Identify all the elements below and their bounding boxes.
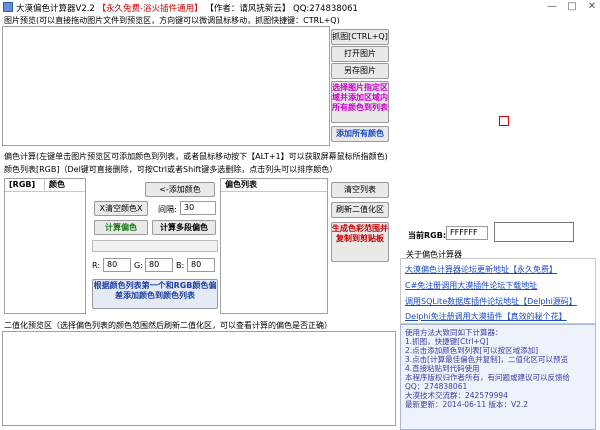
generate-from-first-button[interactable]: 根据颜色列表第一个和RGB颜色偏差添加颜色到颜色列表 (92, 279, 218, 309)
cursor-marker (499, 116, 509, 126)
interval-label: 间隔: (158, 205, 177, 214)
add-region-colors-button[interactable]: 选择图片指定区域并添加区域内所有颜色到列表 (331, 81, 389, 123)
info-line: 2.点击添加颜色到列表[可以按区域添加] (405, 346, 539, 355)
info-line: 使用方法大致同如下计算器： (405, 328, 503, 337)
current-rgb-value[interactable]: FFFFFF (446, 226, 488, 240)
info-line: 本程序版权归作者所有，有问题或建议可以反馈给 (405, 373, 570, 382)
color-list-table[interactable]: [RGB] 颜色 (4, 178, 86, 314)
g-label: G: (134, 261, 143, 270)
clear-colors-button[interactable]: X清空颜色X (94, 201, 148, 216)
progress-bar (92, 240, 218, 252)
title-prefix: 大漠偏色计算器V2.2 (16, 4, 95, 14)
title-qq: QQ:274838061 (293, 4, 358, 14)
minimize-icon[interactable]: — (546, 1, 558, 13)
b-label: B: (176, 261, 185, 270)
rgb-column-header[interactable]: [RGB] (5, 179, 45, 191)
info-line: 1.抓图，快捷键[Ctrl+Q] (405, 337, 489, 346)
preview-label: 图片预览(可以直接拖动图片文件到预览区，方向键可以微调鼠标移动，抓图快捷键：CT… (4, 16, 340, 25)
current-rgb-label: 当前RGB: (408, 231, 447, 240)
current-color-swatch (494, 222, 574, 242)
clear-list-button[interactable]: 清空列表 (331, 182, 389, 198)
info-line: QQ：274838061 (405, 382, 468, 391)
window-controls: — □ ✕ (546, 1, 598, 13)
link-csharp[interactable]: C#免注册调用大漠插件论坛下载地址 (405, 280, 537, 291)
open-image-button[interactable]: 打开图片 (331, 46, 389, 62)
link-delphi[interactable]: Delphi免注册调用大漠插件【真效的秘个花】 (405, 311, 567, 322)
color-table-header: [RGB] 颜色 (5, 179, 85, 192)
refresh-binary-button[interactable]: 刷新二值化区 (331, 202, 389, 218)
info-box: 使用方法大致同如下计算器： 1.抓图，快捷键[Ctrl+Q] 2.点击添加颜色到… (400, 324, 596, 430)
title-free-tag: 【永久免费-浴火插件通用】 (97, 4, 203, 14)
info-line: 最新更新：2014-06-11 版本：V2.2 (405, 400, 529, 409)
close-icon[interactable]: ✕ (586, 1, 598, 13)
g-offset-input[interactable]: 80 (145, 258, 173, 272)
b-offset-input[interactable]: 80 (187, 258, 215, 272)
generate-range-button[interactable]: 生成色彩范围并复制到剪贴板 (331, 222, 389, 262)
link-sqlite[interactable]: 调用SQLite数据库插件论坛地址【Delphi源码】 (405, 296, 577, 307)
link-update[interactable]: 大漠偏色计算器论坛更新地址【永久免费】 (405, 264, 557, 275)
binary-preview-label: 二值化预览区（选择偏色列表的颜色范围然后刷新二值化区，可以查看计算的偏色是否正确… (4, 321, 332, 330)
interval-input[interactable]: 30 (180, 201, 216, 215)
info-line: 4.直接粘贴到代码使用 (405, 364, 480, 373)
color-calc-section-label: 偏色计算(左键单击图片预览区可添加颜色到列表，或者鼠标移动按下【ALT+1】可以… (4, 152, 388, 161)
offset-list-header[interactable]: 偏色列表 (221, 179, 327, 192)
offset-list-panel[interactable]: 偏色列表 (220, 178, 328, 314)
info-line: 大漠技术交流群：242579994 (405, 391, 508, 400)
calc-multi-offset-button[interactable]: 计算多段偏色 (152, 220, 216, 235)
info-line: 3.点击[计算最佳偏色并复制]，二值化区可以预览 (405, 355, 569, 364)
maximize-icon[interactable]: □ (566, 1, 578, 13)
capture-button[interactable]: 抓图[CTRL+Q] (331, 29, 389, 45)
r-offset-input[interactable]: 80 (103, 258, 131, 272)
calc-offset-button[interactable]: 计算偏色 (94, 220, 148, 235)
add-all-colors-button[interactable]: 添加所有颜色 (331, 126, 389, 142)
title-author: 【作者：请风抚新云】 (205, 4, 291, 14)
image-preview-area[interactable] (2, 26, 330, 146)
color-list-label: 颜色列表[RGB]（Del键可直接删除，可按Ctrl或者Shift键多选删除，点… (4, 165, 338, 174)
save-image-button[interactable]: 另存图片 (331, 63, 389, 79)
r-label: R: (92, 261, 101, 270)
binary-preview-area (2, 331, 396, 426)
window-title: 大漠偏色计算器V2.2 【永久免费-浴火插件通用】 【作者：请风抚新云】 QQ:… (16, 2, 358, 14)
color-column-header[interactable]: 颜色 (45, 179, 85, 191)
app-icon (3, 2, 13, 12)
add-color-button[interactable]: <-添加颜色 (145, 182, 215, 197)
